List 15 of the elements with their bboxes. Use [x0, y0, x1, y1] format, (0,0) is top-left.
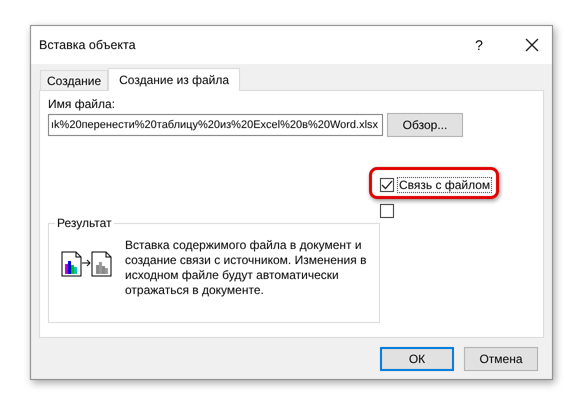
- dialog-button[interactable]: Отмена: [464, 347, 538, 371]
- result-description: Вставка содержимого файла в документ и создание связи с источником. Изменения в исходном файле будут автоматически отражаться в документе.: [125, 238, 368, 298]
- checkbox[interactable]: [380, 204, 394, 218]
- checkbox-label: Связь с файлом: [397, 177, 492, 193]
- checkbox[interactable]: [380, 178, 394, 192]
- file-name-label: Имя файла:: [48, 97, 116, 111]
- tab[interactable]: Создание: [40, 70, 108, 90]
- browse-button[interactable]: Обзор...: [387, 113, 463, 137]
- file-name-field[interactable]: ık%20перенести%20таблицу%20из%20Excel%20в%20Word.xlsx: [48, 114, 383, 136]
- help-button[interactable]: ?: [464, 37, 494, 53]
- close-icon: [525, 38, 539, 52]
- window-title: Вставка объекта: [39, 38, 137, 52]
- tab[interactable]: Создание из файла: [108, 68, 240, 91]
- dialog-button[interactable]: ОК: [380, 347, 454, 371]
- result-title: Результат: [55, 216, 114, 230]
